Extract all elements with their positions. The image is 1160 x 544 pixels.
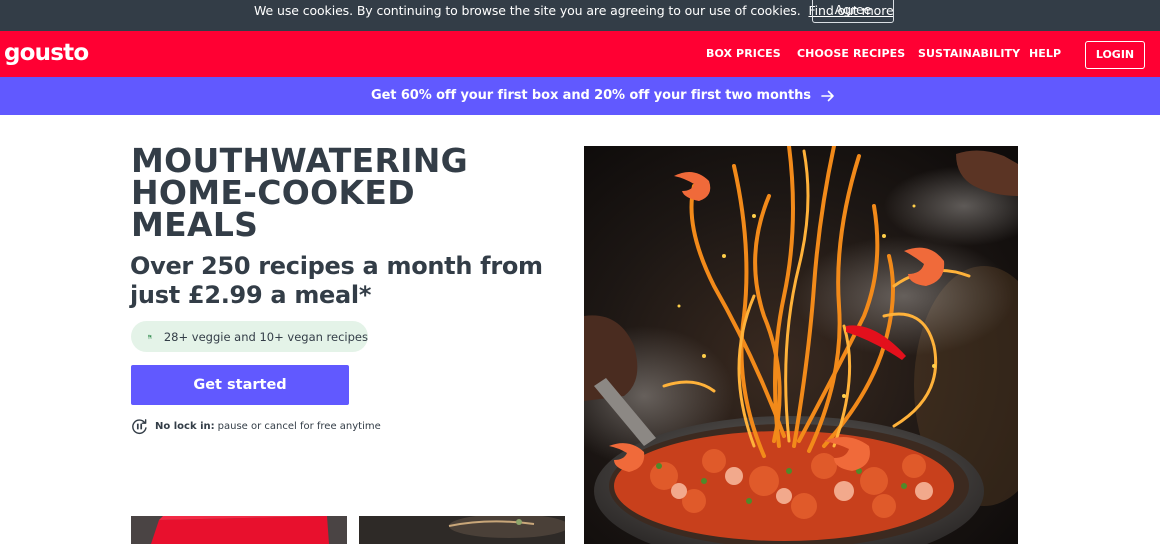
cooking-image — [359, 516, 565, 544]
veggie-recipes-text: 28+ veggie and 10+ vegan recipes — [163, 329, 368, 344]
nav-sustainability[interactable]: SUSTAINABILITY — [918, 47, 1020, 61]
cooking-thumbnail — [359, 516, 565, 544]
gousto-box-thumbnail — [131, 516, 347, 544]
no-lock-in-label: No lock in: — [155, 421, 215, 432]
promo-text: Get 60% off your first box and 20% off y… — [371, 88, 811, 103]
promo-banner[interactable]: Get 60% off your first box and 20% off y… — [0, 77, 1160, 115]
gousto-logo[interactable]: gousto — [4, 40, 89, 66]
promo-link[interactable]: Get 60% off your first box and 20% off y… — [371, 88, 835, 104]
cookie-banner: We use cookies. By continuing to browse … — [0, 0, 1160, 31]
no-lock-in-text: pause or cancel for free anytime — [217, 421, 381, 432]
pause-cycle-icon — [132, 419, 147, 434]
hero-title: MOUTHWATERING HOME-COOKED MEALS — [131, 141, 469, 244]
hero-pasta-image — [584, 146, 1018, 544]
cookie-message-text: We use cookies. By continuing to browse … — [254, 3, 801, 18]
pasta-pan-illustration — [584, 146, 1018, 544]
cutlery-icon — [148, 334, 152, 339]
hero-subtitle: Over 250 recipes a month from just £2.99… — [130, 252, 543, 309]
nav-box-prices[interactable]: BOX PRICES — [706, 47, 781, 61]
arrow-right-icon — [821, 90, 834, 102]
get-started-button[interactable]: Get started — [131, 365, 349, 405]
site-header: gousto BOX PRICES CHOOSE RECIPES SUSTAIN… — [0, 31, 1160, 77]
cookie-message: We use cookies. By continuing to browse … — [254, 3, 894, 19]
nav-help[interactable]: HELP — [1029, 47, 1061, 61]
no-lock-in-note: No lock in: pause or cancel for free any… — [131, 418, 381, 435]
nav-choose-recipes[interactable]: CHOOSE RECIPES — [797, 47, 905, 61]
agree-button[interactable]: Agree — [812, 0, 894, 23]
veggie-recipes-badge: 28+ veggie and 10+ vegan recipes — [131, 321, 368, 352]
red-box-image — [131, 516, 347, 544]
login-button[interactable]: LOGIN — [1085, 41, 1145, 69]
